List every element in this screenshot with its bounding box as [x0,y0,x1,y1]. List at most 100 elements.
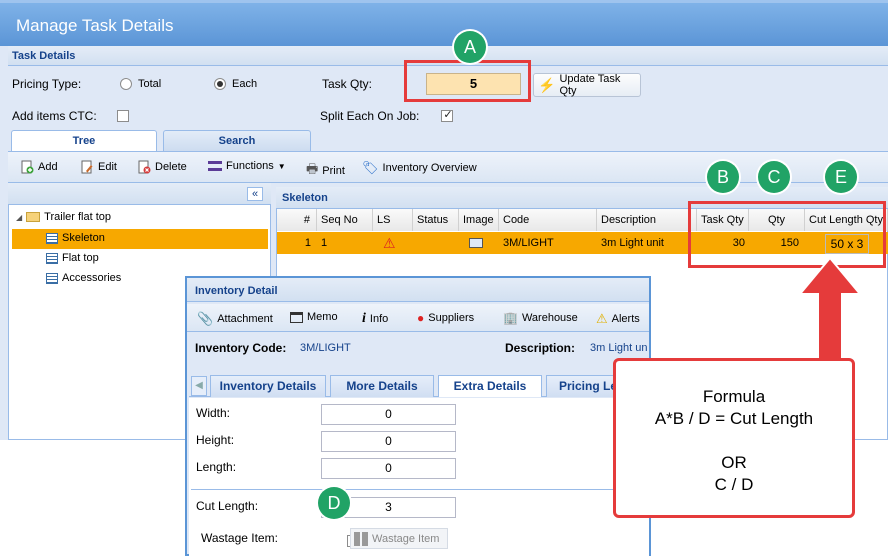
column-header[interactable]: Image [459,209,499,231]
functions-menu[interactable]: Functions ▼ [208,160,286,172]
add-items-ctc-checkbox[interactable] [117,110,129,122]
memo-icon [290,311,303,323]
tab-search[interactable]: Search [163,130,311,151]
attachment-label: Attachment [217,313,273,325]
inventory-overview-button[interactable]: 🏷 Inventory Overview [362,160,477,176]
info-icon: i [362,311,366,326]
alerts-button[interactable]: ⚠ Alerts [596,311,640,327]
warehouse-label: Warehouse [521,312,578,324]
column-header[interactable]: # [277,209,317,231]
description-label: Description: [505,341,576,355]
inventory-code-value: 3M/LIGHT [300,342,351,354]
task-qty-label: Task Qty: [322,77,373,91]
length-label: Length: [196,460,237,474]
warning-icon: ⚠ [383,235,396,251]
delete-label: Delete [155,161,187,173]
split-each-label: Split Each On Job: [320,109,420,123]
folder-icon [26,212,41,222]
radio-selected-icon[interactable] [214,78,226,90]
code-cell: 3M/LIGHT [503,237,554,249]
row-number: 1 [304,237,311,249]
tree-root[interactable]: ◢ Trailer flat top [16,211,111,223]
annotation-badge-c: C [758,161,790,193]
column-header[interactable]: Status [413,209,459,231]
arrow-up-icon [797,256,863,363]
tree-item-accessories[interactable]: Accessories [46,272,121,284]
list-icon [208,161,222,171]
tag-icon: 🏷 [362,160,379,175]
info-button[interactable]: i Info [362,311,388,327]
warehouse-button[interactable]: 🏢 Warehouse [503,311,578,325]
task-qty-input[interactable]: 5 [426,73,521,95]
description-value: 3m Light unit [590,342,648,354]
pricing-each-label: Each [232,78,258,90]
tree-item-flat-top[interactable]: Flat top [46,252,99,264]
annotation-badge-a: A [454,31,486,63]
memo-label: Memo [307,311,338,323]
add-button[interactable]: Add [20,160,58,174]
tree-item-label: Accessories [62,272,122,284]
width-field[interactable]: 0 [321,404,456,425]
tab-scroll-left-button[interactable]: ◀ [191,376,207,396]
formula-alt: C / D [714,475,754,494]
pricing-type-label: Pricing Type: [12,77,82,91]
chevron-down-icon: ▼ [277,161,286,171]
memo-button[interactable]: Memo [290,311,338,323]
lightning-icon: ⚡ [538,76,556,93]
inventory-tabs: Inventory Details More Details Extra Det… [210,375,649,397]
paperclip-icon: 📎 [197,311,214,326]
print-button[interactable]: 🖶 Print [306,160,345,182]
column-header[interactable]: Code [499,209,597,231]
table-icon [46,252,58,264]
pricing-each-radio[interactable]: Each [214,78,257,90]
add-icon [21,160,34,174]
tab-more-details[interactable]: More Details [330,375,434,397]
height-label: Height: [196,433,235,447]
split-each-checkbox[interactable] [441,108,454,122]
pricing-total-label: Total [138,78,162,90]
table-icon [46,272,58,284]
tab-tree[interactable]: Tree [11,130,157,151]
column-header[interactable]: LS [373,209,413,231]
length-field[interactable]: 0 [321,458,456,479]
tab-inventory-details[interactable]: Inventory Details [210,375,326,397]
update-task-qty-button[interactable]: ⚡ Update Task Qty [533,73,641,97]
tree-root-label: Trailer flat top [44,211,111,223]
radio-icon[interactable] [120,78,132,90]
grid-add-icon [354,531,368,546]
edit-icon [81,160,93,174]
collapse-panel-button[interactable]: « [247,187,263,201]
width-label: Width: [196,406,231,420]
tree-item-skeleton[interactable]: Skeleton [46,232,105,244]
table-icon [46,232,58,244]
edit-label: Edit [98,161,117,173]
functions-label: Functions [226,160,274,172]
tree-item-label: Skeleton [62,232,105,244]
annotation-badge-d: D [318,487,350,519]
task-details-title: Task Details [12,50,76,62]
title-bar: Manage Task Details [0,0,888,46]
delete-button[interactable]: Delete [137,160,187,174]
divider [191,489,647,490]
seq-no-cell: 1 [321,237,328,249]
column-header[interactable]: Seq No [317,209,373,231]
printer-icon: 🖶 [306,161,319,176]
inventory-title: Inventory Detail [195,285,278,297]
inventory-overview-label: Inventory Overview [382,162,477,174]
tree-item-label: Flat top [62,252,99,264]
edit-button[interactable]: Edit [80,160,117,174]
grid-title: Skeleton [282,192,328,204]
pricing-total-radio[interactable]: Total [120,78,161,90]
formula-or: OR [721,453,747,472]
formula-line: A*B / D = Cut Length [654,409,814,428]
window-title: Manage Task Details [16,16,174,35]
column-header[interactable]: Description [597,209,697,231]
tab-extra-details[interactable]: Extra Details [438,375,542,397]
height-field[interactable]: 0 [321,431,456,452]
attachment-button[interactable]: 📎 Attachment [197,311,273,327]
wastage-item-button[interactable]: Wastage Item [350,528,448,549]
formula-callout: Formula A*B / D = Cut Length OR C / D [613,358,855,518]
inventory-header: Inventory Detail [187,278,649,302]
suppliers-button[interactable]: ● Suppliers [417,311,474,325]
annotation-badge-e: E [825,161,857,193]
